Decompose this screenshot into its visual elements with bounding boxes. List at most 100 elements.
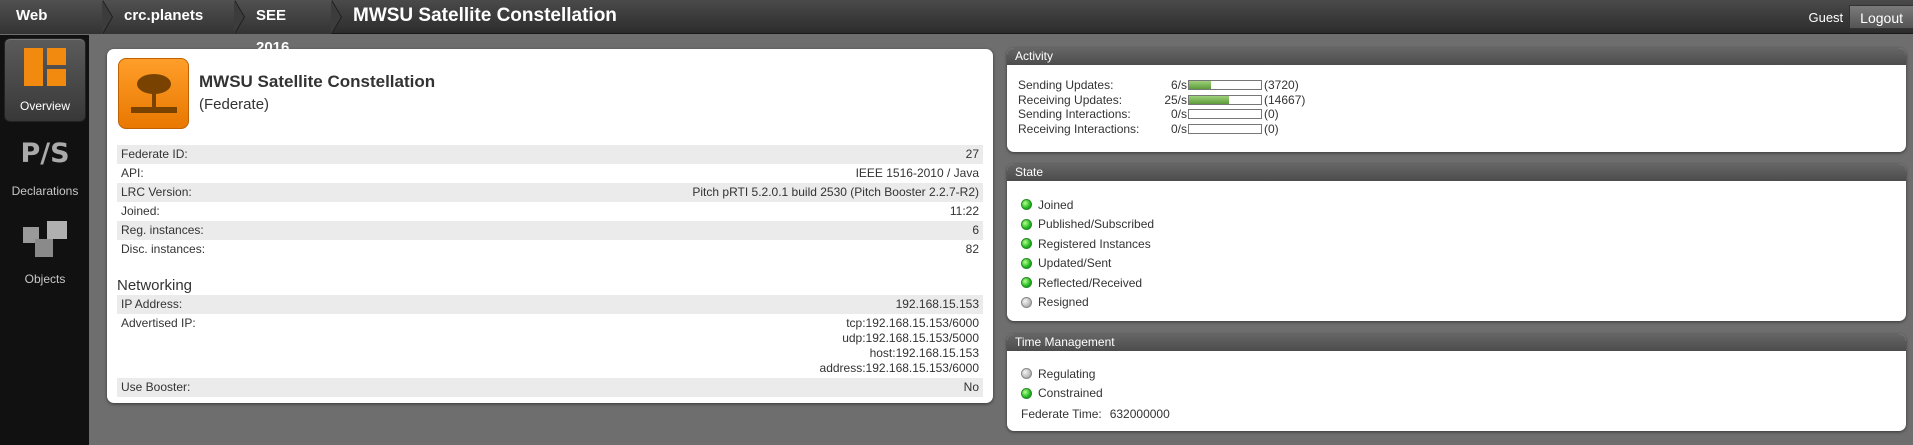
table-row: Joined: 11:22 xyxy=(117,202,983,221)
overview-icon xyxy=(24,48,66,86)
time-list: Regulating Constrained xyxy=(1021,364,1103,403)
row-label: Federate ID: xyxy=(121,147,188,161)
table-row: Federate ID: 27 xyxy=(117,145,983,164)
state-item: Joined xyxy=(1021,195,1154,215)
table-row: API: IEEE 1516-2010 / Java xyxy=(117,164,983,183)
user-name: Guest xyxy=(1808,9,1844,25)
state-label: Published/Subscribed xyxy=(1038,217,1155,232)
table-row: Reg. instances: 6 xyxy=(117,221,983,240)
breadcrumb: Web View crc.planets SEE 2016 MWSU Satel… xyxy=(0,0,637,56)
sidebar: Overview P/S Declarations Objects xyxy=(0,35,89,445)
state-item: Reflected/Received xyxy=(1021,273,1154,293)
table-row: Advertised IP: tcp:192.168.15.153/6000 u… xyxy=(117,314,983,378)
activity-row: Receiving Interactions: 0/s (0) xyxy=(1018,122,1305,137)
activity-label: Sending Interactions: xyxy=(1018,107,1131,122)
networking-table: IP Address: 192.168.15.153 Advertised IP… xyxy=(117,295,983,397)
status-led-icon xyxy=(1021,277,1032,289)
state-item: Registered Instances xyxy=(1021,234,1154,254)
activity-bar-fill xyxy=(1189,81,1211,90)
status-led-icon xyxy=(1021,238,1032,250)
row-value: 82 xyxy=(965,242,979,256)
federate-subtitle: (Federate) xyxy=(199,96,270,113)
federate-info-table: Federate ID: 27 API: IEEE 1516-2010 / Ja… xyxy=(117,145,983,259)
activity-row: Sending Interactions: 0/s (0) xyxy=(1018,107,1305,122)
row-value: Pitch pRTI 5.2.0.1 build 2530 (Pitch Boo… xyxy=(692,185,979,199)
sidebar-item-overview[interactable]: Overview xyxy=(4,38,86,122)
advertised-ip-line: udp:192.168.15.153/5000 xyxy=(842,331,979,345)
row-value: 192.168.15.153 xyxy=(895,297,979,311)
row-value: tcp:192.168.15.153/6000 udp:192.168.15.1… xyxy=(820,314,979,378)
networking-heading: Networking xyxy=(117,277,193,294)
activity-rate: 0/s xyxy=(1170,121,1187,136)
activity-count: (14667) xyxy=(1264,92,1306,107)
state-panel: State Joined Published/Subscribed Regist… xyxy=(1007,164,1906,321)
status-led-icon xyxy=(1021,199,1032,211)
activity-label: Receiving Interactions: xyxy=(1018,121,1140,136)
row-value: 11:22 xyxy=(949,204,979,218)
row-label: Disc. instances: xyxy=(121,242,206,256)
activity-bar xyxy=(1188,123,1262,134)
breadcrumb-item-crc-planets[interactable]: crc.planets xyxy=(102,0,245,34)
row-label: Advertised IP: xyxy=(121,316,196,330)
sidebar-item-objects[interactable]: Objects xyxy=(4,215,86,299)
status-led-icon xyxy=(1021,368,1032,380)
state-label: Registered Instances xyxy=(1038,236,1151,251)
activity-count: (0) xyxy=(1264,107,1279,122)
row-value: IEEE 1516-2010 / Java xyxy=(855,166,979,180)
state-item: Updated/Sent xyxy=(1021,254,1154,274)
advertised-ip-line: address:192.168.15.153/6000 xyxy=(819,361,979,375)
activity-bar-fill xyxy=(1189,95,1229,104)
state-label: Resigned xyxy=(1038,295,1089,310)
activity-count: (3720) xyxy=(1264,78,1299,93)
state-list: Joined Published/Subscribed Registered I… xyxy=(1021,195,1154,312)
state-label: Updated/Sent xyxy=(1038,256,1112,271)
activity-count: (0) xyxy=(1264,121,1279,136)
state-item: Published/Subscribed xyxy=(1021,215,1154,235)
activity-rate: 0/s xyxy=(1170,107,1187,122)
ps-icon: P/S xyxy=(20,138,70,169)
user-area: Guest Logout xyxy=(1808,5,1913,29)
panel-title: State xyxy=(1007,164,1906,181)
time-label: Regulating xyxy=(1038,366,1096,381)
advertised-ip-line: host:192.168.15.153 xyxy=(869,346,979,360)
row-label: API: xyxy=(121,166,144,180)
table-row: IP Address: 192.168.15.153 xyxy=(117,295,983,314)
table-row: Disc. instances: 82 xyxy=(117,240,983,259)
row-label: IP Address: xyxy=(121,297,183,311)
logout-button[interactable]: Logout xyxy=(1849,5,1913,29)
status-led-icon xyxy=(1021,387,1032,399)
federate-time-value: 632000000 xyxy=(1109,407,1170,421)
state-item: Resigned xyxy=(1021,293,1154,313)
activity-rate: 25/s xyxy=(1164,92,1187,107)
sidebar-item-label: Overview xyxy=(19,99,70,113)
panel-title: Time Management xyxy=(1007,334,1906,351)
federate-icon xyxy=(118,58,189,129)
sidebar-item-label: Objects xyxy=(24,272,66,286)
top-bar: Web View crc.planets SEE 2016 MWSU Satel… xyxy=(0,0,1913,56)
activity-table: Sending Updates: 6/s (3720) Receiving Up… xyxy=(1018,78,1305,136)
panel-title: Activity xyxy=(1007,48,1906,65)
breadcrumb-item-see-2016[interactable]: SEE 2016 xyxy=(234,0,342,56)
table-row: LRC Version: Pitch pRTI 5.2.0.1 build 25… xyxy=(117,183,983,202)
row-value: 6 xyxy=(972,223,979,237)
state-label: Joined xyxy=(1038,197,1074,212)
time-label: Constrained xyxy=(1038,386,1103,401)
row-label: Use Booster: xyxy=(121,380,191,394)
activity-label: Receiving Updates: xyxy=(1018,92,1123,107)
breadcrumb-item-web-view[interactable]: Web View xyxy=(0,0,113,56)
row-label: Reg. instances: xyxy=(121,223,204,237)
status-led-icon xyxy=(1021,296,1032,308)
time-item: Regulating xyxy=(1021,364,1103,384)
sidebar-item-label: Declarations xyxy=(11,184,79,198)
activity-panel: Activity Sending Updates: 6/s (3720) Rec… xyxy=(1007,48,1906,152)
page-title: MWSU Satellite Constellation xyxy=(353,5,617,26)
activity-bar xyxy=(1188,109,1262,120)
activity-bar xyxy=(1188,94,1262,105)
objects-icon xyxy=(23,221,67,257)
sidebar-item-declarations[interactable]: P/S Declarations xyxy=(4,126,86,210)
federate-time: Federate Time: 632000000 xyxy=(1021,407,1170,421)
federate-time-label: Federate Time: xyxy=(1021,407,1102,421)
status-led-icon xyxy=(1021,257,1032,269)
activity-label: Sending Updates: xyxy=(1018,78,1114,93)
row-value: 27 xyxy=(965,147,979,161)
